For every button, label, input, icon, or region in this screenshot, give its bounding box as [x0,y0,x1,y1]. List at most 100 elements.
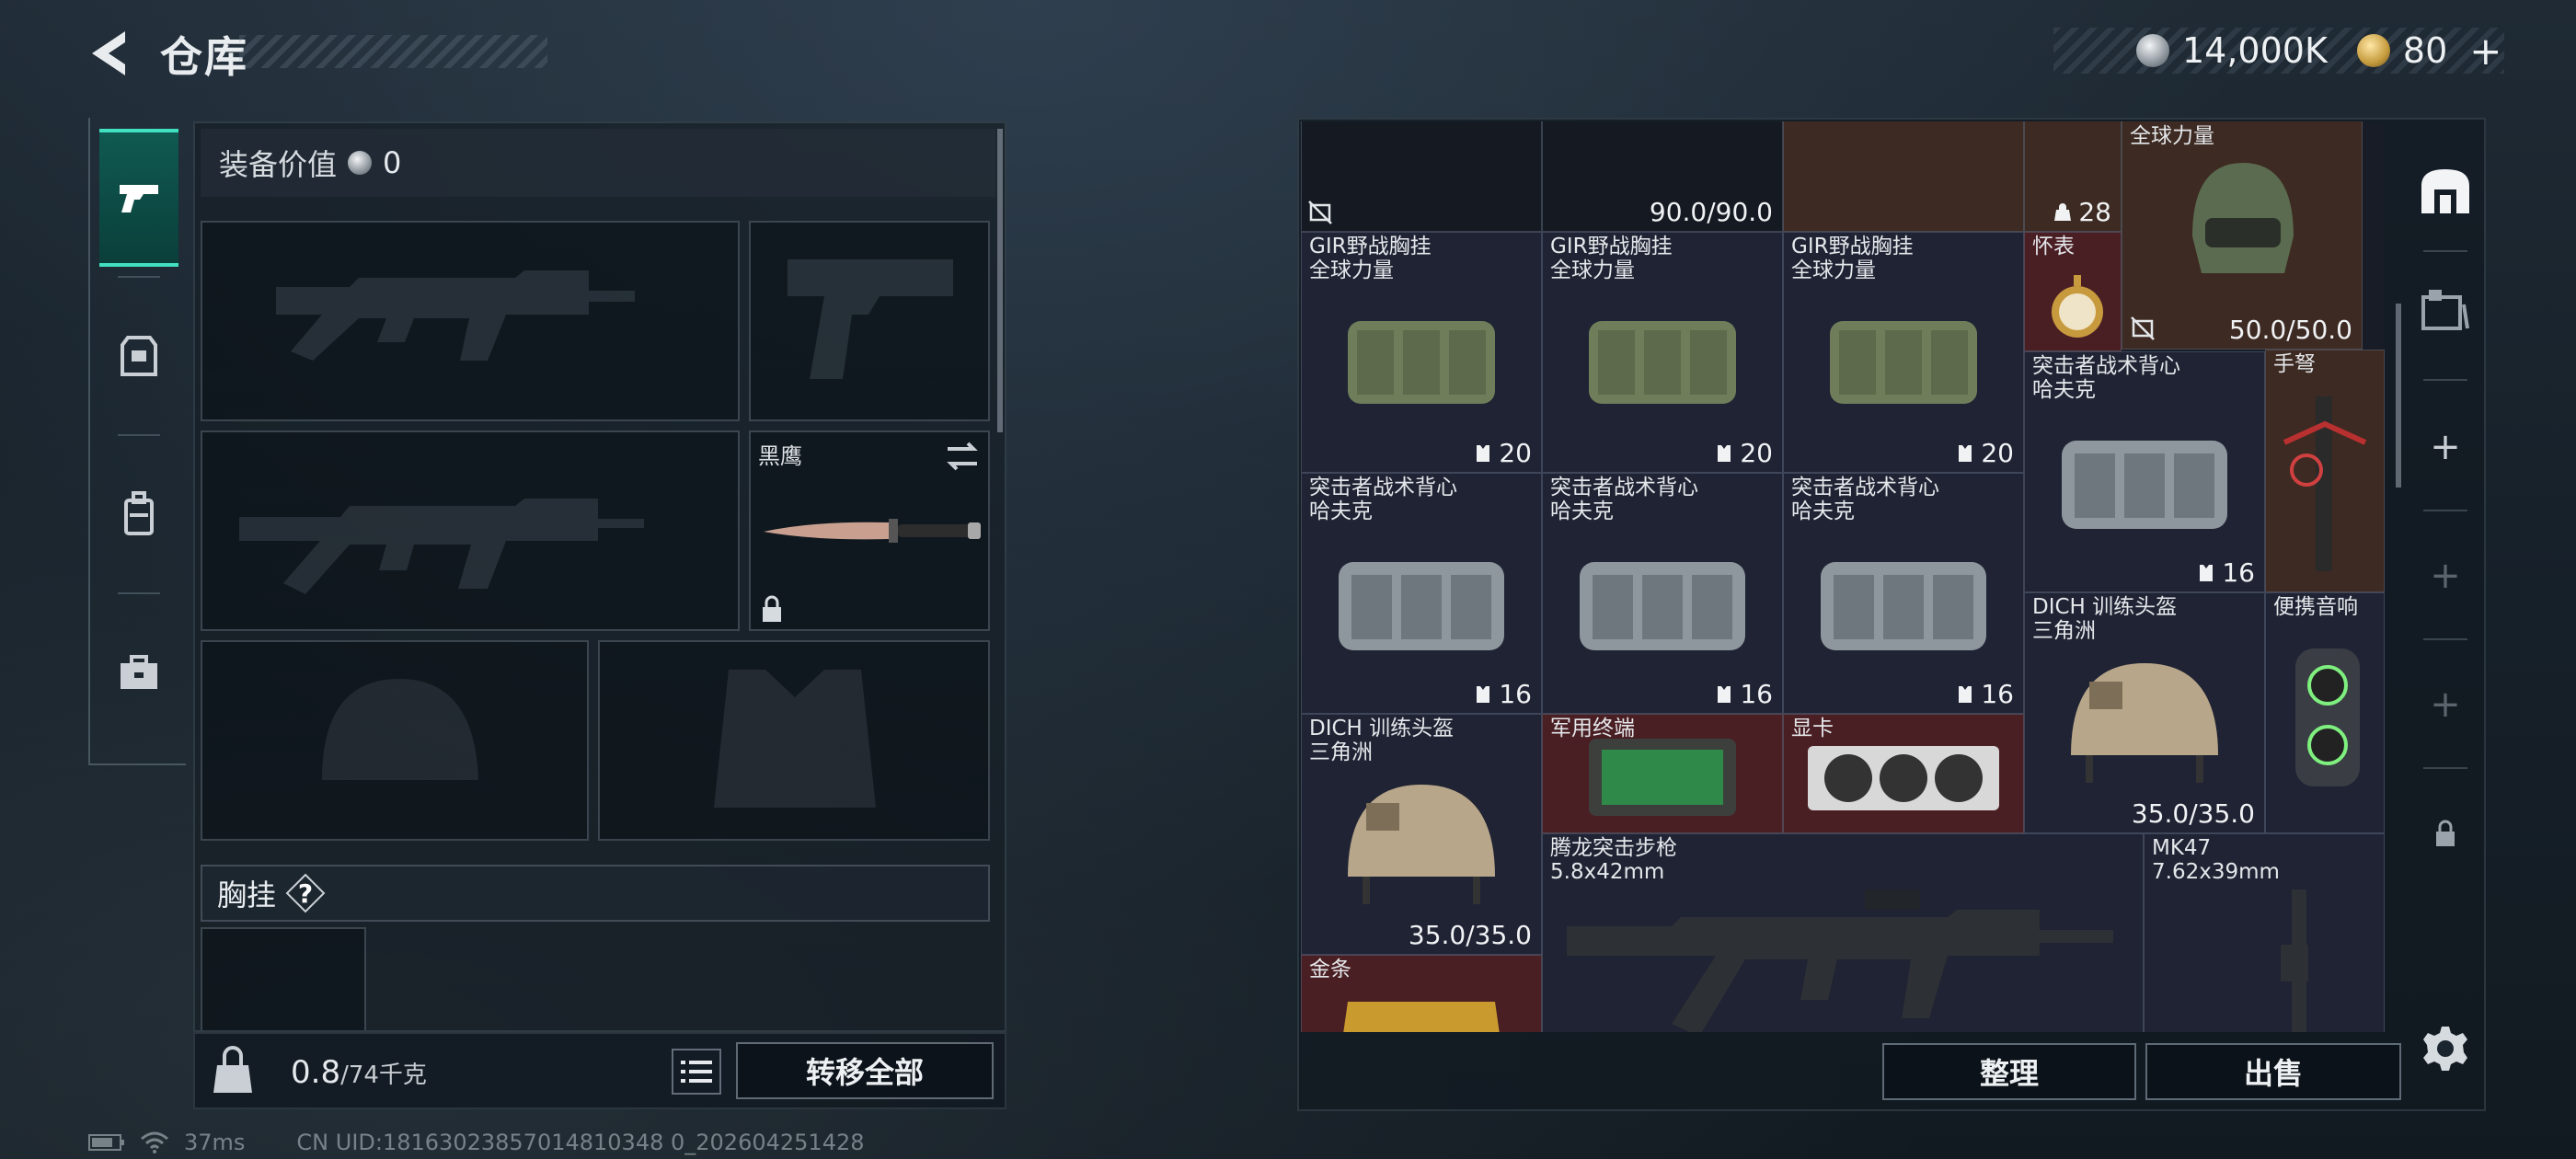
item-name: 便携音响 [2273,595,2358,619]
settings-gear-icon[interactable] [2420,1023,2471,1074]
rifle-icon [2281,889,2308,1032]
storage-scrollbar[interactable] [2396,304,2401,488]
portable-speaker-icon [2295,648,2360,786]
item-name: GIR野战胸挂 全球力量 [1309,235,1432,282]
inventory-item[interactable]: GIR野战胸挂 全球力量 20 [1542,232,1783,473]
inventory-item[interactable]: 突击者战术背心 哈夫克 16 [1542,473,1783,714]
inventory-item[interactable]: 怀表 [2024,232,2122,351]
inventory-item[interactable]: 突击者战术背心 哈夫克 16 [1783,473,2024,714]
bag-icon [2054,203,2072,221]
tactical-vest-icon [1339,562,1504,650]
equipment-scrollbar[interactable] [997,129,1003,432]
item-name: GIR野战胸挂 全球力量 [1791,235,1914,282]
lock-icon [2436,820,2455,846]
sort-button[interactable]: 整理 [1882,1043,2136,1100]
inventory-item[interactable]: 显卡 [1783,714,2024,833]
nav-weapons[interactable] [99,129,178,267]
inventory-item[interactable]: 便携音响 [2265,592,2385,833]
vest-icon [2200,565,2214,581]
tactical-helmet-icon [2192,163,2294,273]
tactical-vest-icon [2062,441,2227,529]
inventory-item[interactable] [1783,121,2024,232]
no-insure-icon [2131,316,2155,340]
sell-button[interactable]: 出售 [2145,1043,2401,1100]
rifle-silhouette-icon [276,270,635,361]
sidearm-slot[interactable] [749,221,990,421]
storage-tab-main[interactable] [2410,145,2480,237]
vest-icon [1718,445,1731,462]
gold-coin-icon [2356,34,2390,67]
list-view-button[interactable] [672,1049,721,1095]
inventory-item[interactable]: GIR野战胸挂 全球力量 20 [1301,232,1542,473]
inventory-item[interactable]: MK47 7.62x39mm [2144,833,2385,1032]
nav-items[interactable] [99,603,178,741]
item-name: 手弩 [2273,352,2316,376]
inventory-item[interactable]: 腾龙突击步枪 5.8x42mm [1542,833,2144,1032]
storage-side-nav: + + + [2410,136,2480,890]
silver-balance: 14,000K [2182,30,2328,71]
melee-slot[interactable]: 黑鹰 [749,430,990,631]
status-bar: 37ms CN UID:18163023857014810348 0_20260… [88,1130,865,1155]
chest-rig-slot[interactable] [201,927,366,1030]
item-name: 怀表 [2032,235,2075,258]
back-arrow-icon [92,31,125,75]
add-currency-button[interactable]: + [2469,29,2501,74]
vest-icon [1477,445,1490,462]
item-count: 20 [1473,438,1532,468]
ping-text: 37ms [184,1130,246,1155]
item-name: MK47 7.62x39mm [2152,836,2280,884]
primary-weapon-slot[interactable] [201,221,740,421]
back-button[interactable] [85,28,131,79]
inventory-item[interactable]: 90.0/90.0 [1542,121,1783,232]
swap-icon[interactable] [944,440,981,473]
helmet-slot[interactable] [201,640,589,841]
inventory-item[interactable]: GIR野战胸挂 全球力量 20 [1783,232,2024,473]
item-count: 16 [1955,679,2014,709]
nav-armor[interactable] [99,287,178,425]
chest-rig-icon [1830,321,1977,404]
carry-weight-max: /74千克 [340,1061,427,1089]
locked-storage [2410,787,2480,879]
silver-coin-icon [2136,34,2169,67]
wifi-icon [141,1131,168,1153]
inventory-item[interactable]: 突击者战术背心 哈夫克 16 [1301,473,1542,714]
inventory-item[interactable]: 金条 [1301,955,1542,1032]
inventory-item[interactable]: DICH 训练头盔 三角洲 35.0/35.0 [2024,592,2265,833]
chest-rig-title: 胸挂 [217,878,277,912]
equipment-value-label: 装备价值 [219,147,338,182]
vest-silhouette-icon [714,670,876,808]
backpack-icon [124,491,154,535]
inventory-item[interactable]: DICH 训练头盔 三角洲 35.0/35.0 [1301,714,1542,955]
transfer-all-button[interactable]: 转移全部 [736,1042,994,1099]
helmet-silhouette-icon [322,679,478,780]
add-storage-button[interactable]: + [2410,659,2480,751]
durability: 35.0/35.0 [2131,798,2255,829]
military-terminal-icon [1589,739,1736,816]
currency-bar: 14,000K 80 + [2053,28,2504,74]
storage-tab-2[interactable] [2410,263,2480,355]
inventory-item[interactable]: 手弩 [2265,350,2385,592]
inventory-item[interactable] [1301,121,1542,232]
help-icon[interactable]: ? [285,873,326,913]
inventory-item[interactable]: 全球力量 50.0/50.0 [2122,121,2363,350]
item-count: 20 [1955,438,2014,468]
nav-backpack[interactable] [99,445,178,583]
assault-rifle-icon [1567,889,2113,1032]
title-decoration [239,35,547,68]
vest-icon [1959,686,1972,703]
inventory-item[interactable]: 军用终端 [1542,714,1783,833]
inventory-item[interactable]: 突击者战术背心 哈夫克 16 [2024,351,2265,592]
storage-grid: 90.0/90.0 28 全球力量 50.0/50.0 GIR野战胸挂 全球力量… [1301,121,2385,1032]
add-storage-button[interactable]: + [2410,530,2480,622]
add-storage-button[interactable]: + [2410,401,2480,493]
carry-weight: 0.8/74千克 [291,1054,427,1091]
secondary-weapon-slot[interactable] [201,430,740,631]
inventory-item[interactable]: 28 [2024,121,2122,232]
uid-text: CN UID:18163023857014810348 0_2026042514… [296,1130,865,1155]
item-name: 金条 [1309,958,1351,981]
body-armor-slot[interactable] [598,640,990,841]
carry-weight-current: 0.8 [291,1054,341,1091]
item-name: DICH 训练头盔 三角洲 [1309,717,1455,764]
item-count: 16 [1473,679,1532,709]
durability: 35.0/35.0 [1408,920,1532,950]
